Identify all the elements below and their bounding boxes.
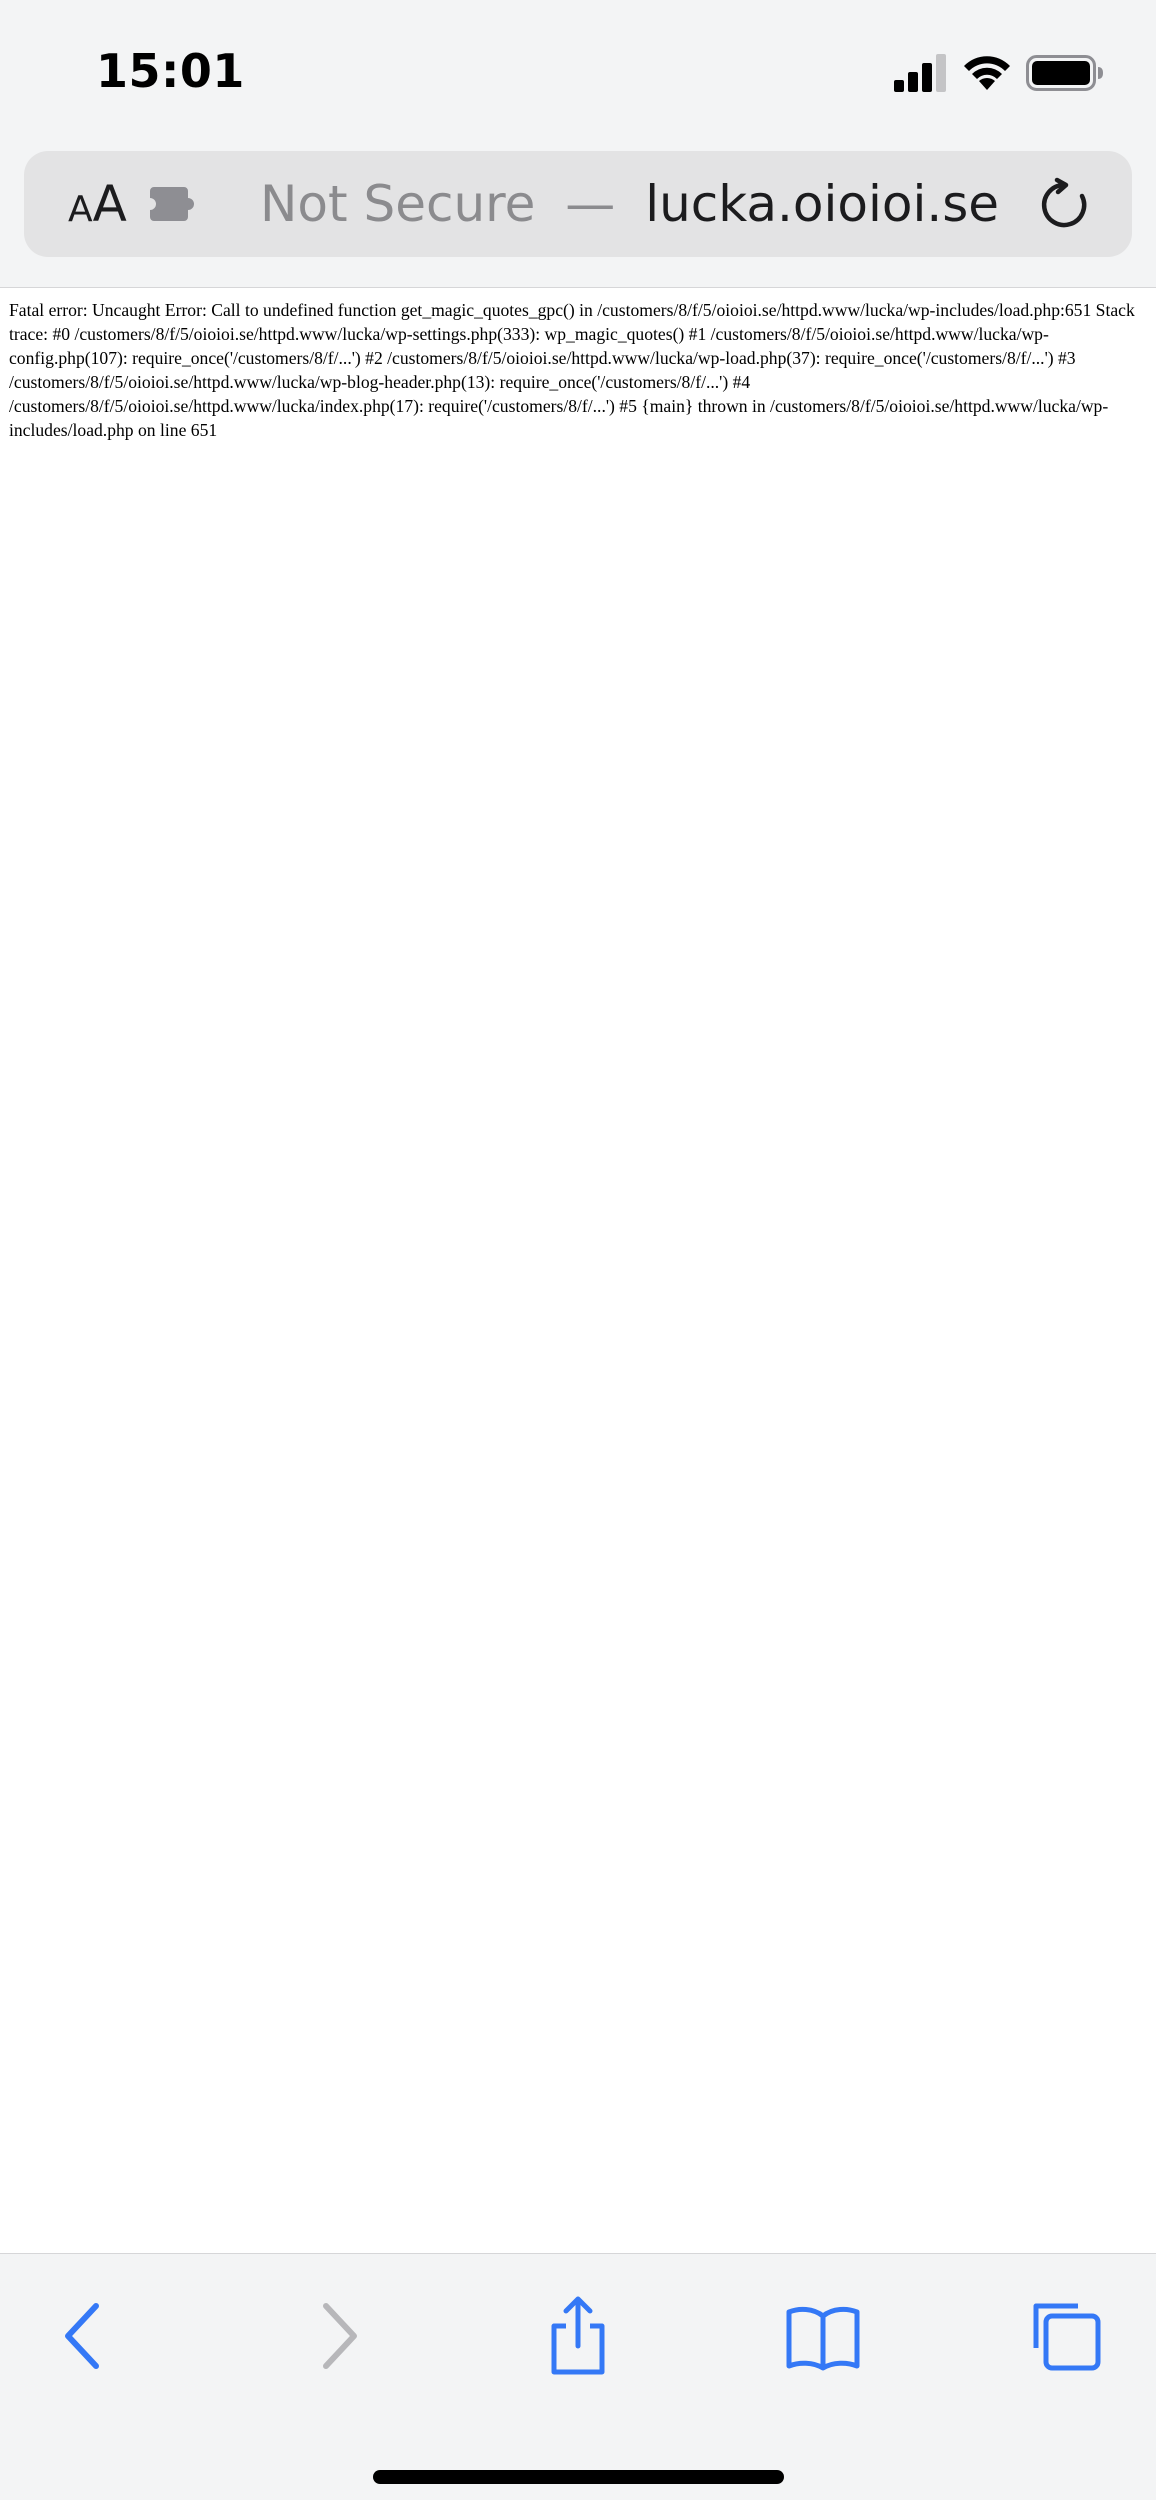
forward-icon[interactable] [296,2296,376,2376]
reload-icon[interactable] [1036,177,1092,233]
url-domain: lucka.oioioi.se [645,175,1000,233]
battery-icon [1026,55,1103,91]
back-icon[interactable] [46,2296,126,2376]
tabs-icon[interactable] [1026,2296,1106,2376]
browser-top-chrome: 15:01 A A Not Secure — lucka.oioioi.se [0,0,1156,288]
extension-puzzle-icon[interactable] [150,181,200,227]
browser-bottom-toolbar [0,2253,1156,2500]
bookmarks-icon[interactable] [783,2296,863,2376]
cellular-signal-icon [894,54,946,92]
home-indicator[interactable] [373,2470,784,2484]
reader-label-small: A [68,189,93,230]
reader-label-big: A [92,175,127,233]
wifi-icon [964,56,1010,90]
share-icon[interactable] [538,2296,618,2376]
php-fatal-error-message: Fatal error: Uncaught Error: Call to und… [9,300,1135,440]
address-bar[interactable]: A A Not Secure — lucka.oioioi.se [24,151,1132,257]
web-page-content: Fatal error: Uncaught Error: Call to und… [0,288,1156,2253]
page-settings-button[interactable]: A A [68,175,127,233]
security-label: Not Secure [260,175,536,233]
url-separator: — [565,175,616,233]
url-display[interactable]: Not Secure — lucka.oioioi.se [260,175,999,233]
status-bar-time: 15:01 [96,44,245,98]
